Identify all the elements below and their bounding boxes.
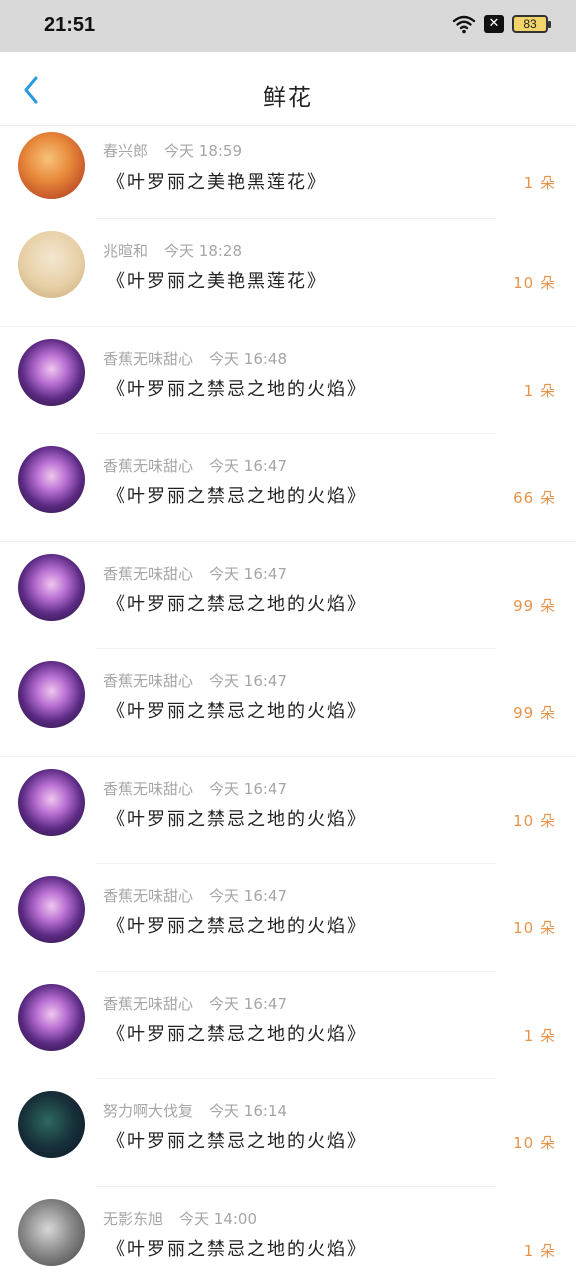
gift-name: 《叶罗丽之禁忌之地的火焰》 [107,1023,367,1045]
sender-line: 香蕉无味甜心 今天 16:47 [103,455,287,476]
sender-name[interactable]: 无影东旭 [103,1210,163,1228]
gift-name: 《叶罗丽之禁忌之地的火焰》 [107,1131,367,1152]
send-time: 今天 16:14 [209,1102,288,1120]
avatar-anime-girl[interactable] [18,338,85,406]
sender-name[interactable]: 香蕉无味甜心 [103,350,193,368]
sender-name[interactable]: 努力啊大伐复 [103,1102,193,1120]
list-item[interactable]: 春兴郎 今天 18:59 《叶罗丽之美艳黑莲花》 1 朵 [0,126,576,219]
avatar-aurora-landscape[interactable] [18,1091,85,1158]
avatar-anime-girl[interactable] [18,983,85,1051]
send-time: 今天 16:47 [209,457,288,475]
battery-icon: 83 [512,15,551,33]
list-item[interactable]: 香蕉无味甜心 今天 16:47 《叶罗丽之禁忌之地的火焰》 1 朵 [0,972,576,1079]
sender-name[interactable]: 香蕉无味甜心 [103,457,193,475]
flower-count: 10 朵 [513,1134,556,1152]
list-item[interactable]: 兆暄和 今天 18:28 《叶罗丽之美艳黑莲花》 10 朵 [0,219,576,327]
sender-line: 无影东旭 今天 14:00 [103,1208,257,1229]
sender-name[interactable]: 香蕉无味甜心 [103,565,193,583]
list-item[interactable]: 努力啊大伐复 今天 16:14 《叶罗丽之禁忌之地的火焰》 10 朵 [0,1079,576,1187]
status-time: 21:51 [44,14,96,36]
sender-name[interactable]: 香蕉无味甜心 [103,672,193,690]
avatar-fantasy-warrior[interactable] [18,132,85,199]
gift-record-list: 春兴郎 今天 18:59 《叶罗丽之美艳黑莲花》 1 朵兆暄和 今天 18:28 《叶罗丽… [0,126,576,1280]
avatar-anime-girl[interactable] [18,553,85,621]
list-item[interactable]: 香蕉无味甜心 今天 16:47 《叶罗丽之禁忌之地的火焰》 99 朵 [0,649,576,757]
sender-line: 香蕉无味甜心 今天 16:47 [103,778,287,799]
list-item[interactable]: 无影东旭 今天 14:00 《叶罗丽之禁忌之地的火焰》 1 朵 [0,1187,576,1280]
flower-count: 1 朵 [523,1026,556,1045]
flower-count: 1 朵 [523,381,556,400]
list-item[interactable]: 香蕉无味甜心 今天 16:47 《叶罗丽之禁忌之地的火焰》 99 朵 [0,542,576,649]
sender-line: 春兴郎 今天 18:59 [103,140,242,161]
sender-name[interactable]: 香蕉无味甜心 [103,995,193,1013]
send-time: 今天 14:00 [179,1209,258,1228]
list-item[interactable]: 香蕉无味甜心 今天 16:48 《叶罗丽之禁忌之地的火焰》 1 朵 [0,327,576,434]
gift-name: 《叶罗丽之禁忌之地的火焰》 [107,593,367,615]
status-icons: ✕ 83 [452,14,551,34]
sender-line: 香蕉无味甜心 今天 16:47 [103,670,287,691]
sender-line: 努力啊大伐复 今天 16:14 [103,1100,287,1121]
flower-count: 1 朵 [523,1241,556,1260]
avatar-anime-girl[interactable] [18,661,85,728]
gift-name: 《叶罗丽之禁忌之地的火焰》 [107,916,367,937]
sender-name[interactable]: 兆暄和 [103,242,148,260]
send-time: 今天 18:28 [164,242,243,260]
sender-line: 香蕉无味甜心 今天 16:48 [103,348,287,369]
gift-name: 《叶罗丽之禁忌之地的火焰》 [107,1238,367,1260]
wifi-icon [452,15,476,34]
send-time: 今天 16:47 [209,779,288,798]
sender-name[interactable]: 香蕉无味甜心 [103,887,193,905]
sender-name[interactable]: 香蕉无味甜心 [103,780,193,798]
gift-name: 《叶罗丽之禁忌之地的火焰》 [107,486,367,507]
send-time: 今天 16:48 [209,349,288,368]
sender-line: 香蕉无味甜心 今天 16:47 [103,993,287,1014]
sender-name[interactable]: 春兴郎 [103,142,148,160]
sender-line: 香蕉无味甜心 今天 16:47 [103,563,287,584]
gift-name: 《叶罗丽之禁忌之地的火焰》 [107,378,367,400]
list-item[interactable]: 香蕉无味甜心 今天 16:47 《叶罗丽之禁忌之地的火焰》 66 朵 [0,434,576,542]
flower-count: 1 朵 [523,174,556,192]
flower-count: 10 朵 [513,274,556,292]
send-time: 今天 18:59 [164,142,243,160]
flower-count: 99 朵 [513,596,556,615]
sender-line: 香蕉无味甜心 今天 16:47 [103,885,287,906]
list-item[interactable]: 香蕉无味甜心 今天 16:47 《叶罗丽之禁忌之地的火焰》 10 朵 [0,757,576,864]
flower-count: 99 朵 [513,704,556,722]
gift-name: 《叶罗丽之美艳黑莲花》 [107,271,327,292]
status-bar: 21:51 ✕ 83 [0,0,576,52]
send-time: 今天 16:47 [209,564,288,583]
nav-bar: 鲜花 [0,52,576,126]
sender-line: 兆暄和 今天 18:28 [103,240,242,261]
gift-name: 《叶罗丽之禁忌之地的火焰》 [107,701,367,722]
avatar-grayscale-photo[interactable] [18,1198,85,1266]
gift-name: 《叶罗丽之禁忌之地的火焰》 [107,808,367,830]
avatar-anime-girl[interactable] [18,446,85,513]
avatar-anime-girl[interactable] [18,768,85,836]
flower-count: 10 朵 [513,919,556,937]
list-item[interactable]: 香蕉无味甜心 今天 16:47 《叶罗丽之禁忌之地的火焰》 10 朵 [0,864,576,972]
page-title: 鲜花 [263,85,313,111]
send-time: 今天 16:47 [209,887,288,905]
send-time: 今天 16:47 [209,672,288,690]
no-sim-icon: ✕ [484,15,504,33]
flower-count: 66 朵 [513,489,556,507]
avatar-anime-girl[interactable] [18,876,85,943]
gift-name: 《叶罗丽之美艳黑莲花》 [107,172,327,193]
send-time: 今天 16:47 [209,994,288,1013]
flower-count: 10 朵 [513,811,556,830]
avatar-woman-portrait[interactable] [18,231,85,298]
